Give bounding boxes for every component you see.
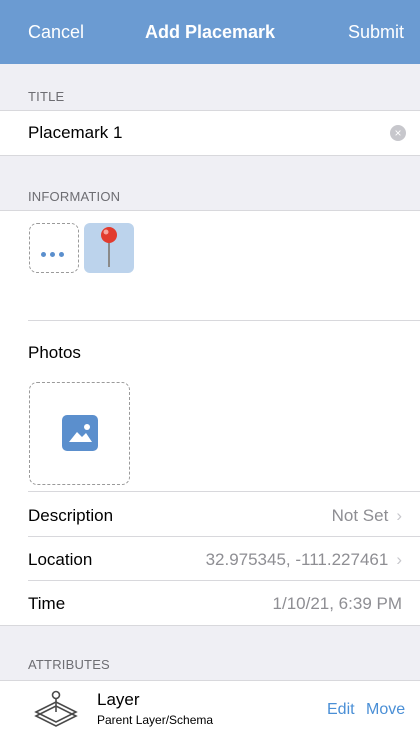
time-label: Time [28,594,66,613]
divider [28,536,420,537]
title-field-row: × [0,110,420,156]
location-row[interactable]: 32.975345, -111.227461 › [206,550,402,570]
navigation-bar: Cancel Add Placemark Submit [0,0,420,64]
layer-name: Layer [97,690,140,709]
map-pin-icon [101,227,117,267]
move-button[interactable]: Move [366,701,405,719]
description-label: Description [28,506,114,525]
description-row[interactable]: Not Set › [332,506,402,526]
divider [28,580,420,581]
divider [28,320,420,321]
divider [28,491,420,492]
location-label: Location [28,550,93,569]
layer-stack-icon [34,690,78,727]
more-options-button[interactable] [29,223,79,273]
photos-label: Photos [28,343,81,362]
add-photo-button[interactable] [29,382,130,485]
attributes-section-header: ATTRIBUTES [28,657,110,672]
more-icon [41,244,68,262]
chevron-right-icon: › [396,550,402,569]
layer-subtitle: Parent Layer/Schema [97,713,214,727]
description-value: Not Set [331,506,389,525]
map-pin-button[interactable] [84,223,134,273]
image-icon [62,415,98,451]
location-value: 32.975345, -111.227461 [205,550,389,569]
clear-text-icon[interactable]: × [390,125,406,141]
information-section-header: INFORMATION [28,189,121,204]
chevron-right-icon: › [396,506,402,525]
time-value[interactable]: 1/10/21, 6:39 PM [273,594,402,614]
submit-button[interactable]: Submit [348,22,404,43]
edit-button[interactable]: Edit [327,701,355,719]
title-section-header: TITLE [28,89,65,104]
title-input[interactable] [28,123,368,143]
